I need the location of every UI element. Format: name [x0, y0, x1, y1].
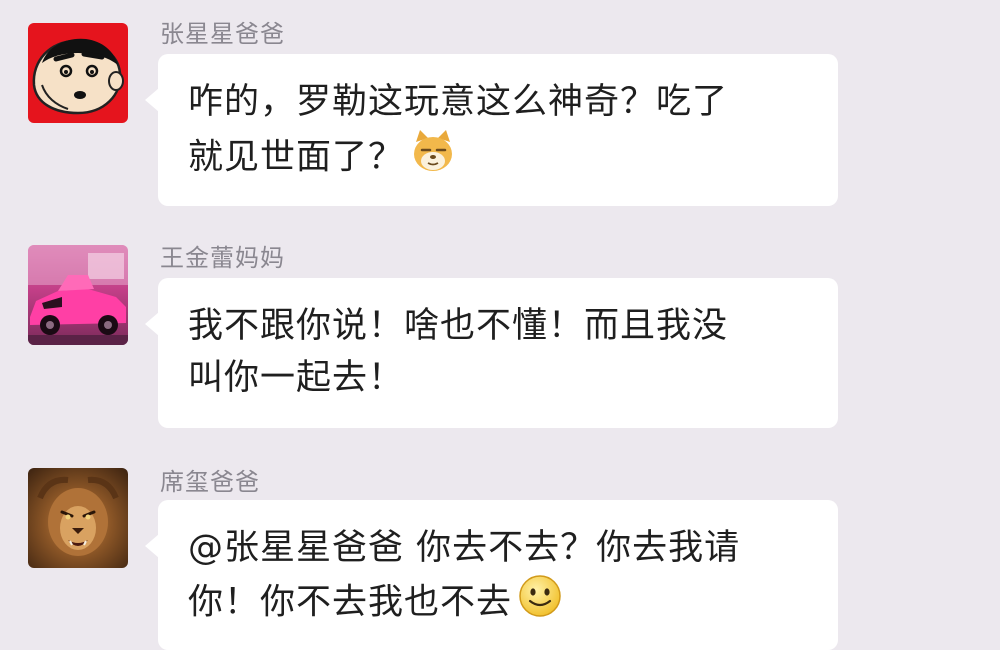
- message-text-line: 我不跟你说！啥也不懂！而且我没: [188, 306, 729, 346]
- sender-name: 席玺爸爸: [160, 468, 260, 496]
- crayon-shin-chan-avatar-icon[interactable]: [28, 23, 128, 123]
- lion-avatar-icon[interactable]: [28, 468, 128, 568]
- sender-name: 王金蕾妈妈: [160, 244, 285, 272]
- pink-sports-car-avatar-icon[interactable]: [28, 245, 128, 345]
- message-bubble[interactable]: @张星星爸爸 你去不去？你去我请 你！你不去我也不去: [145, 500, 838, 650]
- message-text-line: 你！你不去我也不去: [188, 582, 513, 623]
- sender-name: 张星星爸爸: [160, 20, 285, 48]
- message-text-line: @张星星爸爸 你去不去？你去我请: [188, 528, 741, 568]
- message-text-line: 咋的，罗勒这玩意这么神奇？吃了: [188, 82, 729, 122]
- message-bubble[interactable]: 我不跟你说！啥也不懂！而且我没 叫你一起去！: [145, 278, 838, 428]
- smile-emoji-icon: [518, 574, 562, 633]
- message-bubble[interactable]: 咋的，罗勒这玩意这么神奇？吃了 就见世面了？: [145, 54, 838, 206]
- message-text-line: 就见世面了？: [188, 137, 405, 178]
- message-text-line: 叫你一起去！: [188, 358, 405, 398]
- doge-emoji-icon: [410, 128, 456, 189]
